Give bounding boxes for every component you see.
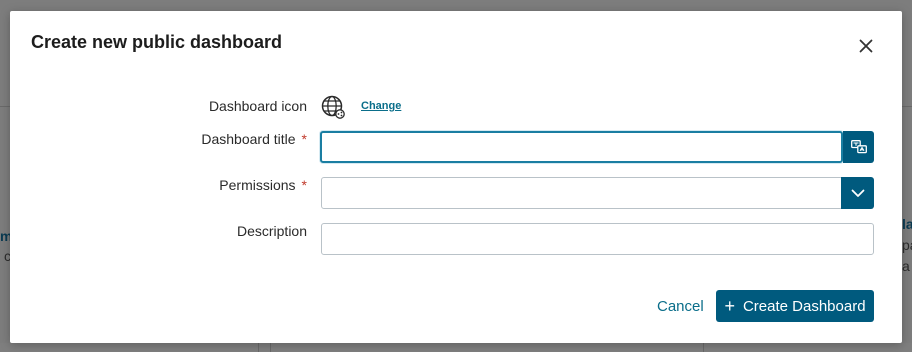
change-icon-link[interactable]: Change (361, 100, 401, 112)
dashboard-title-input[interactable] (320, 131, 843, 163)
dialog-title: Create new public dashboard (31, 32, 283, 52)
create-dashboard-button-label: Create Dashboard (742, 297, 866, 315)
chevron-down-icon (851, 189, 864, 197)
description-input[interactable] (321, 223, 874, 255)
permissions-label-text: Permissions (219, 177, 296, 193)
plus-icon: + (724, 296, 735, 316)
background-footer (0, 343, 912, 352)
translate-icon (850, 140, 867, 154)
permissions-label: Permissions * (10, 177, 307, 193)
background-divider (258, 342, 259, 352)
description-label: Description (10, 223, 307, 239)
globe-icon (321, 95, 345, 119)
background-text-fragment: la (902, 216, 912, 232)
close-icon (859, 39, 873, 53)
background-divider (270, 342, 271, 352)
create-dashboard-dialog: Create new public dashboard Dashboard ic… (10, 11, 902, 343)
dashboard-icon-label: Dashboard icon (10, 98, 307, 114)
dashboard-title-label: Dashboard title * (10, 131, 307, 147)
create-dashboard-button[interactable]: + Create Dashboard (716, 290, 874, 322)
dashboard-title-label-text: Dashboard title (201, 131, 296, 147)
permissions-dropdown-toggle[interactable] (841, 177, 874, 209)
background-text-fragment: pa (902, 237, 912, 253)
permissions-select[interactable] (321, 177, 843, 209)
required-marker: * (301, 131, 307, 147)
background-divider (703, 342, 704, 352)
close-button[interactable] (856, 36, 876, 56)
translate-button[interactable] (843, 131, 874, 163)
description-label-text: Description (236, 223, 307, 239)
dashboard-icon-preview (321, 95, 345, 119)
background-text-fragment: a (902, 258, 910, 274)
cancel-button[interactable]: Cancel (657, 298, 704, 315)
dashboard-icon-label-text: Dashboard icon (208, 98, 307, 114)
required-marker: * (301, 177, 307, 193)
